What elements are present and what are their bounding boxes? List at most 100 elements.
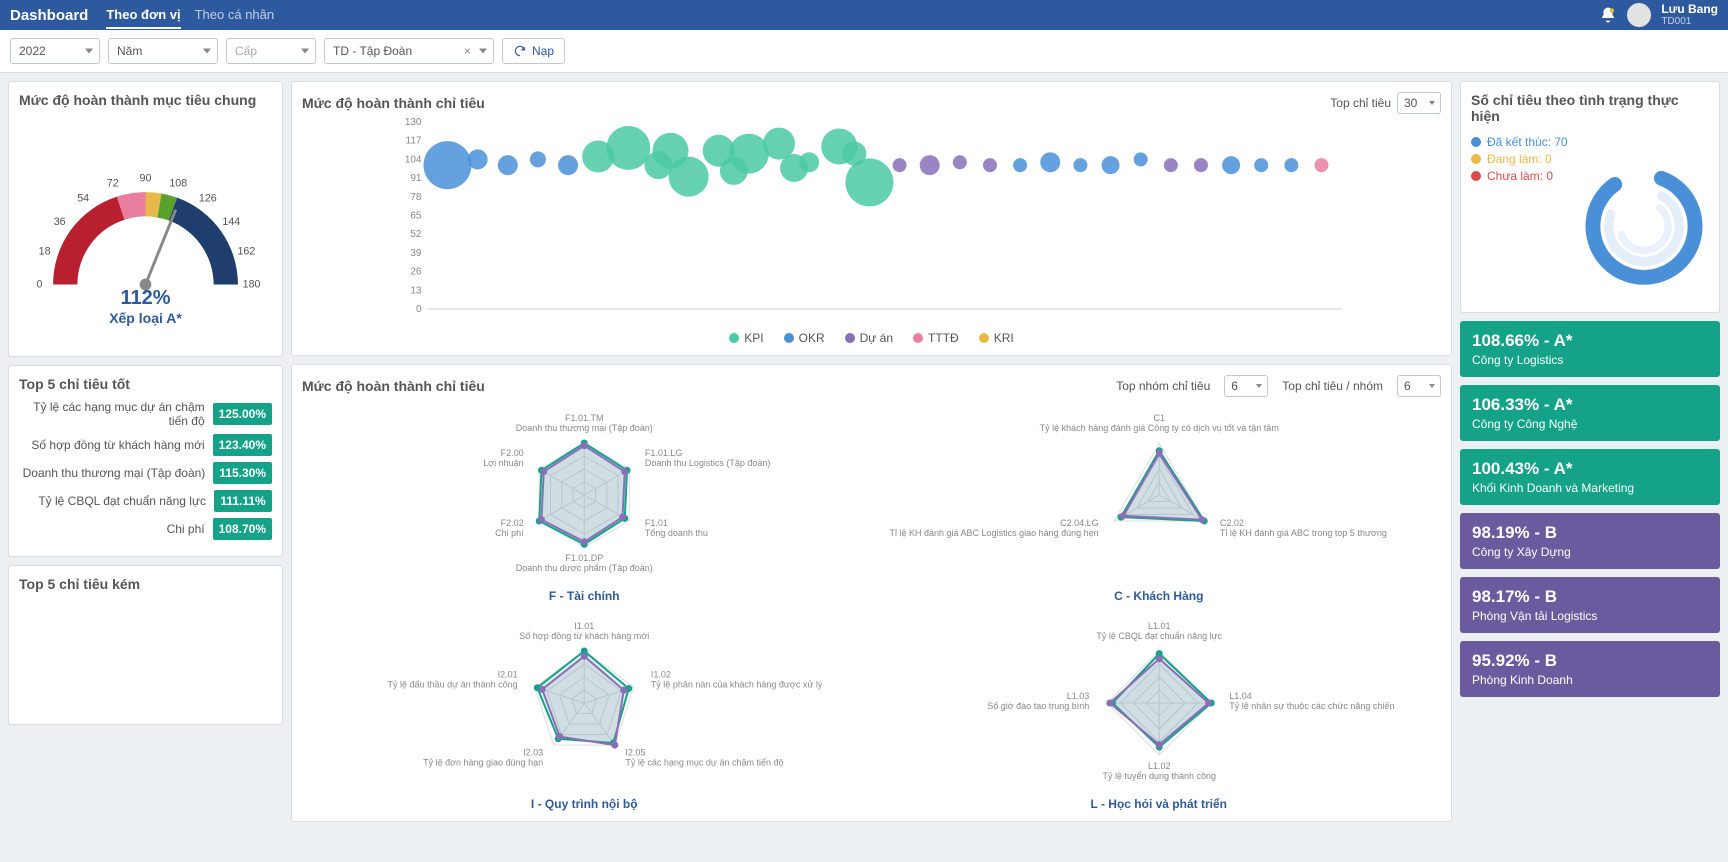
score-main: 95.92% - B [1472, 651, 1708, 671]
svg-text:Tỉ lệ KH đánh giá ABC trong to: Tỉ lệ KH đánh giá ABC trong top 5 thương [1219, 528, 1386, 538]
refresh-icon [513, 44, 527, 58]
bubble-top-select[interactable]: 30 [1397, 92, 1441, 114]
legend-dot-icon [784, 333, 794, 343]
score-card[interactable]: 98.19% - B Công ty Xây Dựng [1460, 513, 1720, 569]
top5-bad-card: Top 5 chỉ tiêu kém [8, 565, 283, 725]
svg-text:0: 0 [416, 304, 422, 315]
svg-text:F1.01.TM: F1.01.TM [565, 413, 604, 423]
user-code: TD001 [1661, 16, 1718, 27]
radar-cell: C1Tỷ lệ khách hàng đánh giá Công ty có d… [877, 405, 1442, 603]
svg-text:130: 130 [405, 117, 422, 128]
score-main: 108.66% - A* [1472, 331, 1708, 351]
top5-good-title: Top 5 chỉ tiêu tốt [19, 376, 272, 392]
score-card[interactable]: 106.33% - A*Công ty Công Nghệ [1460, 385, 1720, 441]
svg-text:F1.01: F1.01 [645, 518, 668, 528]
chevron-down-icon [301, 49, 309, 54]
svg-text:C2.04.LG: C2.04.LG [1060, 518, 1099, 528]
radar-section-title: Mức độ hoàn thành chỉ tiêu [302, 378, 485, 394]
donut-chart [1579, 132, 1709, 302]
reload-button[interactable]: Nạp [502, 38, 565, 64]
org-select[interactable]: TD - Tập Đoàn× [324, 38, 494, 64]
top5-value: 125.00% [213, 403, 272, 425]
legend-item: KRI [979, 331, 1014, 345]
legend-dot-icon [913, 333, 923, 343]
legend-dot-icon [979, 333, 989, 343]
svg-text:I2.05: I2.05 [625, 748, 645, 758]
svg-text:F2.00: F2.00 [501, 448, 524, 458]
svg-text:Tỷ lệ nhân sự thuộc các chức n: Tỷ lệ nhân sự thuộc các chức năng chiến [1229, 701, 1394, 711]
score-card[interactable]: 98.17% - BPhòng Vận tải Logistics [1460, 577, 1720, 633]
svg-text:I2.03: I2.03 [523, 748, 543, 758]
top5-value: 111.11% [214, 490, 272, 512]
radar-chart: L1.01Tỷ lệ CBQL đạt chuẩn năng lựcL1.04T… [877, 613, 1442, 793]
radar-title: L - Học hỏi và phát triển [1091, 797, 1227, 811]
clear-icon[interactable]: × [464, 44, 471, 58]
top5-good-card: Top 5 chỉ tiêu tốt Tỷ lệ các hạng mục dự… [8, 365, 283, 557]
score-main: 98.19% - B [1472, 523, 1708, 543]
radar-card: Mức độ hoàn thành chỉ tiêu Top nhóm chỉ … [291, 364, 1452, 822]
score-sub: Công ty Logistics [1472, 353, 1708, 367]
svg-text:104: 104 [405, 154, 422, 165]
top5-value: 108.70% [213, 518, 272, 540]
top5-row: Số hợp đồng từ khách hàng mới123.40% [19, 434, 272, 456]
svg-text:Doanh thu dược phẩm (Tập đoàn): Doanh thu dược phẩm (Tập đoàn) [516, 563, 653, 573]
svg-text:72: 72 [107, 177, 119, 189]
score-main: 100.43% - A* [1472, 459, 1708, 479]
bubble-legend: KPIOKRDự ánTTTĐKRI [302, 331, 1441, 345]
score-sub: Khối Kinh Doanh và Marketing [1472, 481, 1708, 495]
radar-chart: C1Tỷ lệ khách hàng đánh giá Công ty có d… [877, 405, 1442, 585]
svg-text:L1.02: L1.02 [1147, 761, 1170, 771]
app-title: Dashboard [10, 7, 88, 24]
user-name: Lưu Bang [1661, 3, 1718, 16]
period-select[interactable]: Năm [108, 38, 218, 64]
chevron-down-icon [203, 49, 211, 54]
tab-by-person[interactable]: Theo cá nhân [195, 2, 275, 29]
svg-text:Tỷ lệ đơn hàng giao đúng hạn: Tỷ lệ đơn hàng giao đúng hạn [423, 758, 543, 768]
legend-dot-icon [729, 333, 739, 343]
score-sub: Công ty Xây Dựng [1472, 545, 1708, 559]
score-card[interactable]: 108.66% - A* Công ty Logistics [1460, 321, 1720, 377]
svg-text:Tỉ lệ KH đánh giá ABC Logistic: Tỉ lệ KH đánh giá ABC Logistics giao hàn… [889, 528, 1098, 538]
score-sub: Phòng Kinh Doanh [1472, 673, 1708, 687]
top5-value: 123.40% [213, 434, 272, 456]
top5-row: Chi phí108.70% [19, 518, 272, 540]
svg-text:I2.01: I2.01 [498, 669, 518, 679]
svg-text:39: 39 [410, 248, 422, 259]
svg-text:Lợi nhuận: Lợi nhuận [483, 458, 523, 468]
score-card[interactable]: 95.92% - B Phòng Kinh Doanh [1460, 641, 1720, 697]
radar-cell: F1.01.TMDoanh thu thương mại (Tập đoàn)F… [302, 405, 867, 603]
chevron-down-icon [479, 49, 487, 54]
svg-text:Doanh thu Logistics (Tập đoàn): Doanh thu Logistics (Tập đoàn) [645, 458, 771, 468]
avatar[interactable] [1627, 3, 1651, 27]
svg-text:78: 78 [410, 192, 422, 203]
svg-text:90: 90 [140, 172, 152, 184]
svg-text:18: 18 [39, 246, 51, 258]
level-select[interactable]: Cấp [226, 38, 316, 64]
svg-text:36: 36 [54, 216, 66, 228]
radar-group-select[interactable]: 6 [1224, 375, 1268, 397]
gauge-percent: 112% [19, 287, 272, 310]
svg-text:54: 54 [77, 193, 89, 205]
svg-text:Số hợp đồng từ khách hàng mới: Số hợp đồng từ khách hàng mới [519, 631, 649, 641]
radar-cell: I1.01Số hợp đồng từ khách hàng mớiI1.02T… [302, 613, 867, 811]
top5-bad-title: Top 5 chỉ tiêu kém [19, 576, 272, 592]
svg-text:Chi phí: Chi phí [495, 528, 524, 538]
donut-legend-item: Đã kết thúc: 70 [1471, 135, 1571, 149]
score-card[interactable]: 100.43% - A* Khối Kinh Doanh và Marketing [1460, 449, 1720, 505]
legend-dot-icon [1471, 171, 1481, 181]
svg-text:126: 126 [199, 193, 217, 205]
chevron-down-icon [85, 49, 93, 54]
tab-by-unit[interactable]: Theo đơn vị [106, 2, 180, 29]
bubble-card: Mức độ hoàn thành chỉ tiêu Top chỉ tiêu … [291, 81, 1452, 356]
radar-per-select[interactable]: 6 [1397, 375, 1441, 397]
radar-chart: F1.01.TMDoanh thu thương mại (Tập đoàn)F… [302, 405, 867, 585]
svg-text:13: 13 [410, 285, 422, 296]
chevron-down-icon [1429, 384, 1435, 388]
svg-text:Số giờ đào tạo trung bình: Số giờ đào tạo trung bình [987, 701, 1089, 711]
year-select[interactable]: 2022 [10, 38, 100, 64]
svg-text:L1.01: L1.01 [1147, 621, 1170, 631]
score-main: 106.33% - A* [1472, 395, 1708, 415]
svg-text:Tỷ lệ các hạng mục dự án chậm: Tỷ lệ các hạng mục dự án chậm tiến độ [625, 758, 783, 768]
user-menu[interactable]: Lưu Bang TD001 [1661, 3, 1718, 27]
notification-icon[interactable] [1599, 6, 1617, 24]
